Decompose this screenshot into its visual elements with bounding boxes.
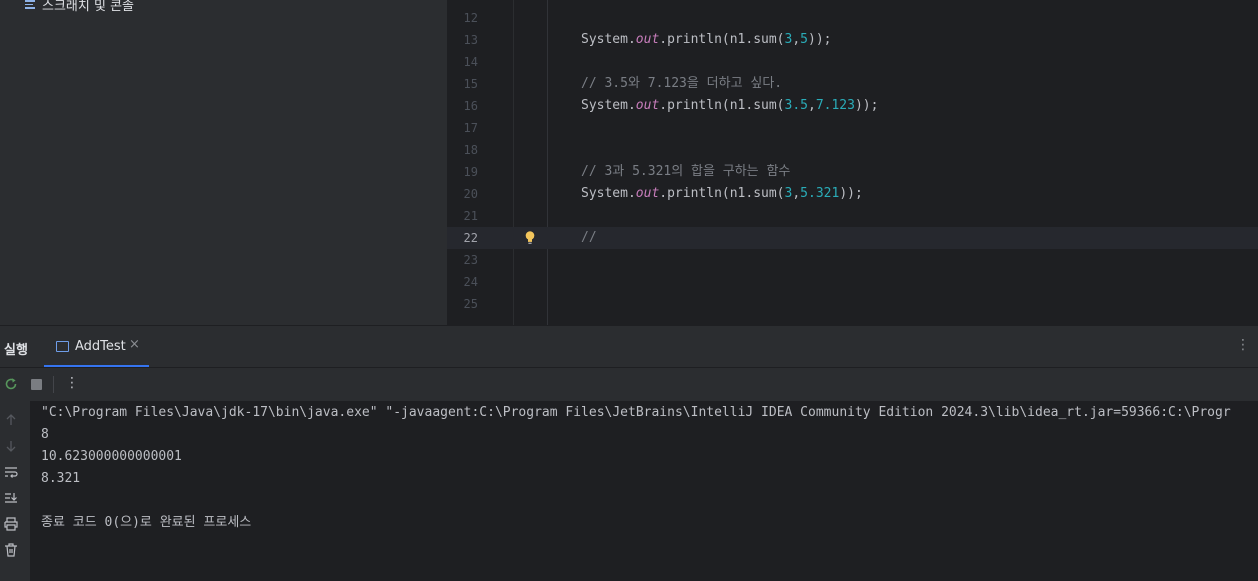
- soft-wrap-icon[interactable]: [3, 464, 19, 480]
- more-options-icon[interactable]: ⋮: [1236, 337, 1250, 353]
- editor-line[interactable]: 19 // 3과 5.321의 합을 구하는 함수: [447, 161, 1258, 183]
- token-plain: ));: [839, 186, 863, 201]
- token-field: out: [635, 186, 660, 201]
- stop-icon[interactable]: [31, 379, 42, 390]
- line-number[interactable]: 15: [447, 73, 478, 95]
- project-tool-window: 스크래치 및 콘솔: [0, 0, 446, 325]
- token-plain: .println(n1.sum(: [659, 32, 785, 47]
- editor-line[interactable]: 17: [447, 117, 1258, 139]
- line-number[interactable]: 17: [447, 117, 478, 139]
- token-num: 5.321: [800, 186, 840, 201]
- close-icon[interactable]: ×: [129, 337, 140, 352]
- line-number[interactable]: 21: [447, 205, 478, 227]
- line-number[interactable]: 13: [447, 29, 478, 51]
- editor-line[interactable]: 23: [447, 249, 1258, 271]
- line-number[interactable]: 14: [447, 51, 478, 73]
- code-text: System.out.println(n1.sum(3.5,7.123));: [581, 95, 878, 117]
- editor-line[interactable]: 15 // 3.5와 7.123을 더하고 싶다.: [447, 73, 1258, 95]
- line-number[interactable]: 25: [447, 293, 478, 315]
- line-number[interactable]: 18: [447, 139, 478, 161]
- run-tool-window-header: 실행 AddTest × ⋮: [0, 325, 1258, 367]
- line-number[interactable]: 20: [447, 183, 478, 205]
- console-line: 종료 코드 0(으)로 완료된 프로세스: [41, 515, 252, 530]
- tab-label: AddTest: [75, 339, 126, 354]
- editor-line[interactable]: 13 System.out.println(n1.sum(3,5));: [447, 29, 1258, 51]
- code-text: System.out.println(n1.sum(3,5.321));: [581, 183, 863, 205]
- tree-item-label: 스크래치 및 콘솔: [42, 0, 134, 14]
- token-comment: // 3.5와 7.123을 더하고 싶다.: [581, 76, 783, 91]
- editor-line[interactable]: 11: [447, 0, 1258, 7]
- token-plain: System.: [581, 186, 636, 201]
- editor-line[interactable]: 24: [447, 271, 1258, 293]
- token-plain: ));: [854, 98, 879, 113]
- console-line: 10.623000000000001: [41, 449, 182, 464]
- editor-line[interactable]: 21: [447, 205, 1258, 227]
- token-field: out: [635, 98, 660, 113]
- token-plain: ,: [792, 186, 801, 201]
- arrow-up-icon[interactable]: [3, 412, 19, 428]
- code-editor[interactable]: 111213 System.out.println(n1.sum(3,5)); 14…: [446, 0, 1258, 325]
- bulb-icon[interactable]: [525, 231, 535, 245]
- console-icon: [56, 341, 69, 352]
- token-plain: System.: [581, 32, 636, 47]
- console-output[interactable]: "C:\Program Files\Java\jdk-17\bin\java.e…: [30, 401, 1258, 581]
- token-plain: .println(n1.sum(: [659, 98, 785, 113]
- line-number[interactable]: 24: [447, 271, 478, 293]
- run-title: 실행: [4, 343, 28, 358]
- line-number[interactable]: 11: [447, 0, 478, 7]
- token-plain: ,: [808, 98, 816, 113]
- console-side-toolbar: [0, 401, 30, 581]
- arrow-down-icon[interactable]: [3, 438, 19, 454]
- console-line: "C:\Program Files\Java\jdk-17\bin\java.e…: [41, 405, 1231, 420]
- scroll-to-end-icon[interactable]: [3, 490, 19, 506]
- print-icon[interactable]: [3, 516, 19, 532]
- token-num: 7.123: [815, 98, 855, 113]
- token-field: out: [635, 32, 660, 47]
- editor-line[interactable]: 12: [447, 7, 1258, 29]
- token-plain: ));: [808, 32, 832, 47]
- editor-line[interactable]: 25: [447, 293, 1258, 315]
- run-toolbar: ⋮: [0, 367, 1258, 401]
- code-text: // 3과 5.321의 합을 구하는 함수: [581, 161, 790, 183]
- token-num: 5: [800, 32, 808, 47]
- line-number[interactable]: 12: [447, 7, 478, 29]
- token-plain: .println(n1.sum(: [659, 186, 785, 201]
- editor-line[interactable]: 20 System.out.println(n1.sum(3,5.321));: [447, 183, 1258, 205]
- more-options-icon[interactable]: ⋮: [65, 375, 79, 391]
- editor-line[interactable]: 22 //: [447, 227, 1258, 249]
- line-number[interactable]: 16: [447, 95, 478, 117]
- token-plain: System.: [581, 98, 636, 113]
- line-number[interactable]: 23: [447, 249, 478, 271]
- editor-line[interactable]: 14: [447, 51, 1258, 73]
- token-comment: //: [581, 230, 597, 245]
- toolbar-divider: [53, 376, 54, 393]
- code-text: System.out.println(n1.sum(3,5));: [581, 29, 831, 51]
- scratches-icon: [24, 0, 38, 10]
- editor-line[interactable]: 18: [447, 139, 1258, 161]
- code-text: //: [581, 227, 597, 249]
- editor-line[interactable]: 16 System.out.println(n1.sum(3.5,7.123));: [447, 95, 1258, 117]
- rerun-icon[interactable]: [4, 377, 18, 391]
- token-comment: // 3과 5.321의 합을 구하는 함수: [581, 164, 791, 179]
- tree-item-scratches[interactable]: 스크래치 및 콘솔: [24, 0, 134, 14]
- console-line: 8.321: [41, 471, 81, 486]
- line-number[interactable]: 19: [447, 161, 478, 183]
- token-plain: ,: [792, 32, 801, 47]
- tab-addtest[interactable]: AddTest ×: [44, 326, 149, 367]
- line-number[interactable]: 22: [447, 227, 478, 249]
- token-num: 3.5: [784, 98, 808, 113]
- code-text: // 3.5와 7.123을 더하고 싶다.: [581, 73, 782, 95]
- console-line: 8: [41, 427, 49, 442]
- trash-icon[interactable]: [3, 542, 19, 558]
